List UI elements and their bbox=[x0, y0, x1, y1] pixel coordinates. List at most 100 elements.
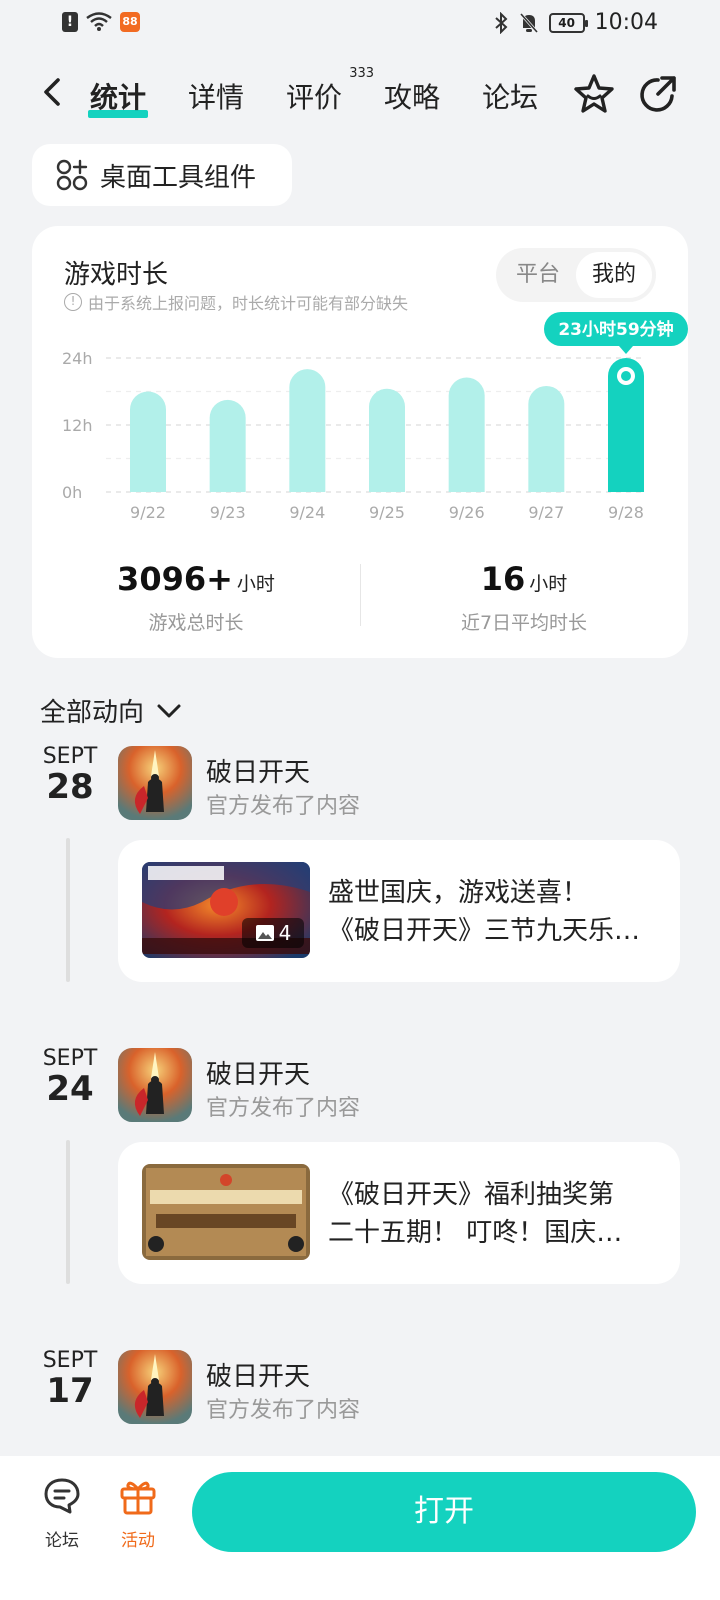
date-month: SEPT bbox=[42, 1348, 98, 1373]
x-tick-label: 9/25 bbox=[369, 503, 405, 522]
tab-details-label: 详情 bbox=[188, 81, 245, 114]
chat-bubble-icon bbox=[44, 1478, 80, 1514]
activity-label: 活动 bbox=[121, 1531, 155, 1551]
average-time-unit: 小时 bbox=[529, 573, 568, 595]
x-tick-label: 9/22 bbox=[130, 503, 166, 522]
desktop-widget-button[interactable]: 桌面工具组件 bbox=[32, 144, 292, 206]
post-source: 官方发布了内容 bbox=[206, 1398, 361, 1423]
top-nav: 统计 详情 评价 333 攻略 论坛 bbox=[0, 58, 720, 130]
y-tick-label: 12h bbox=[62, 416, 93, 435]
battery-icon: 40 bbox=[548, 12, 588, 33]
date-month: SEPT bbox=[42, 1046, 98, 1071]
post-card[interactable]: 4 盛世国庆，游戏送喜！ 《破日开天》三节九天乐… bbox=[118, 840, 680, 982]
chart-bar bbox=[209, 399, 246, 492]
share-icon[interactable] bbox=[636, 72, 680, 116]
x-tick-label: 9/26 bbox=[449, 503, 485, 522]
clock: 10:04 bbox=[594, 10, 658, 35]
tab-guides-label: 攻略 bbox=[384, 81, 441, 114]
chart-bar bbox=[608, 358, 644, 492]
total-time-value: 3096+ bbox=[117, 560, 233, 598]
tab-forum[interactable]: 论坛 bbox=[480, 72, 540, 122]
timeline-line bbox=[66, 1140, 70, 1284]
feed-filter-label: 全部动向 bbox=[40, 698, 145, 728]
game-name: 破日开天 bbox=[206, 758, 311, 788]
average-time-stat: 16 小时 近7日平均时长 bbox=[360, 560, 688, 635]
date-block: SEPT 17 bbox=[40, 1348, 100, 1411]
post-title-line2: 《破日开天》三节九天乐… bbox=[328, 916, 641, 946]
post-title-line1: 《破日开天》福利抽奖第 bbox=[328, 1180, 615, 1210]
x-tick-label: 9/27 bbox=[528, 503, 564, 522]
y-tick-label: 24h bbox=[62, 349, 93, 368]
bluetooth-icon bbox=[494, 11, 508, 34]
post-thumbnail: 4 bbox=[142, 862, 310, 958]
tab-bar: 统计 详情 评价 333 攻略 论坛 bbox=[88, 66, 578, 122]
date-day: 28 bbox=[46, 767, 94, 807]
widget-grid-icon bbox=[56, 159, 88, 191]
tab-details[interactable]: 详情 bbox=[186, 72, 246, 122]
game-name: 破日开天 bbox=[206, 1362, 311, 1392]
total-time-stat: 3096+ 小时 游戏总时长 bbox=[32, 560, 360, 635]
average-time-value: 16 bbox=[480, 560, 526, 598]
date-day: 24 bbox=[46, 1069, 94, 1109]
toggle-mine[interactable]: 我的 bbox=[576, 252, 652, 298]
gift-icon bbox=[120, 1481, 156, 1515]
chart-bar bbox=[448, 377, 485, 492]
forum-button[interactable]: 论坛 bbox=[32, 1476, 92, 1551]
game-app-icon[interactable] bbox=[118, 746, 192, 820]
widget-chip-label: 桌面工具组件 bbox=[100, 162, 257, 193]
y-tick-label: 0h bbox=[62, 483, 82, 502]
date-month: SEPT bbox=[42, 744, 98, 769]
chevron-down-icon bbox=[157, 704, 181, 717]
feed-filter-dropdown[interactable]: 全部动向 bbox=[40, 692, 182, 729]
post-title-line2: 二十五期！ 叮咚！国庆… bbox=[328, 1218, 623, 1248]
post-card[interactable]: 《破日开天》福利抽奖第 二十五期！ 叮咚！国庆… bbox=[118, 1142, 680, 1284]
review-count-badge: 333 bbox=[349, 66, 375, 81]
post-source: 官方发布了内容 bbox=[206, 794, 361, 819]
post-source: 官方发布了内容 bbox=[206, 1096, 361, 1121]
star-icon[interactable] bbox=[572, 72, 616, 116]
game-app-icon[interactable] bbox=[118, 1048, 192, 1122]
total-time-label: 游戏总时长 bbox=[148, 612, 244, 634]
tab-stats[interactable]: 统计 bbox=[88, 72, 149, 122]
toggle-platform[interactable]: 平台 bbox=[500, 252, 576, 298]
game-app-icon[interactable] bbox=[118, 1350, 192, 1424]
image-icon bbox=[255, 925, 274, 941]
bottom-bar: 论坛 活动 打开 bbox=[0, 1456, 720, 1600]
date-block: SEPT 28 bbox=[40, 744, 100, 807]
image-count: 4 bbox=[278, 921, 292, 945]
x-tick-label: 9/24 bbox=[289, 503, 325, 522]
image-count-badge: 4 bbox=[242, 918, 304, 948]
total-time-unit: 小时 bbox=[236, 573, 275, 595]
tab-forum-label: 论坛 bbox=[482, 81, 539, 114]
date-day: 17 bbox=[46, 1371, 94, 1411]
mute-bell-icon bbox=[519, 12, 538, 33]
status-bar: ! 88 40 10:04 bbox=[0, 0, 720, 48]
x-tick-label: 9/28 bbox=[608, 503, 644, 522]
tooltip-label: 23小时59分钟 bbox=[558, 319, 673, 340]
forum-label: 论坛 bbox=[45, 1531, 79, 1551]
tooltip-pointer bbox=[619, 346, 633, 354]
post-title-line1: 盛世国庆，游戏送喜！ bbox=[328, 878, 589, 908]
chart-bar bbox=[130, 391, 166, 492]
back-icon[interactable] bbox=[36, 74, 72, 110]
source-toggle: 平台 我的 bbox=[496, 248, 656, 302]
date-block: SEPT 24 bbox=[40, 1046, 100, 1109]
post-title: 《破日开天》福利抽奖第 二十五期！ 叮咚！国庆… bbox=[328, 1176, 658, 1252]
x-tick-label: 9/23 bbox=[210, 503, 246, 522]
open-game-button[interactable]: 打开 bbox=[192, 1472, 696, 1552]
status-left: ! 88 bbox=[62, 12, 140, 32]
post-thumbnail bbox=[142, 1164, 310, 1260]
activity-button[interactable]: 活动 bbox=[108, 1476, 168, 1551]
wifi-icon bbox=[86, 12, 112, 31]
timeline-line bbox=[66, 838, 70, 982]
tab-stats-label: 统计 bbox=[90, 81, 147, 114]
tab-reviews-label: 评价 bbox=[286, 81, 343, 114]
chart-bar bbox=[369, 388, 405, 492]
play-time-card: 游戏时长 ! 由于系统上报问题，时长统计可能有部分缺失 平台 我的 0h 12h 2… bbox=[32, 226, 688, 658]
alert-icon: ! bbox=[62, 12, 78, 32]
card-title: 游戏时长 bbox=[64, 260, 169, 290]
app-notification-icon: 88 bbox=[120, 12, 140, 32]
average-time-label: 近7日平均时长 bbox=[460, 612, 588, 634]
tab-guides[interactable]: 攻略 bbox=[382, 72, 442, 122]
tab-reviews[interactable]: 评价 333 bbox=[284, 66, 374, 122]
